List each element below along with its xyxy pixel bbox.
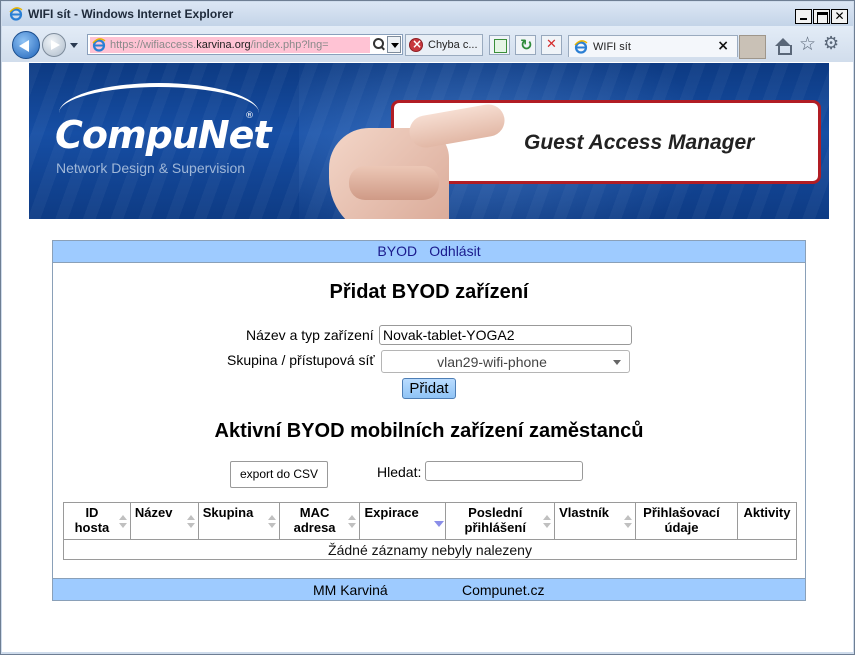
add-button[interactable]: Přidat [402, 378, 456, 399]
forward-button[interactable] [42, 33, 66, 57]
search-input[interactable] [425, 461, 583, 481]
address-dropdown-button[interactable] [387, 36, 401, 53]
column-header-owner[interactable]: Vlastník [554, 502, 637, 540]
ie-page-icon [92, 38, 106, 52]
header-banner: CompuNet ® Network Design & Supervision … [29, 63, 829, 219]
active-devices-heading: Aktivní BYOD mobilních zařízení zaměstan… [214, 420, 644, 442]
nav-byod-link[interactable]: BYOD [377, 243, 417, 259]
sort-icon [348, 515, 357, 529]
tools-gear-icon[interactable]: ⚙ [823, 34, 839, 54]
page-footer: MM Karviná Compunet.cz [53, 578, 805, 600]
sort-desc-icon [434, 515, 445, 529]
sort-icon [543, 515, 552, 529]
close-window-button[interactable]: ✕ [831, 9, 848, 24]
column-header-activities[interactable]: Aktivity [736, 502, 798, 540]
brand-tagline: Network Design & Supervision [56, 160, 246, 176]
browser-toolbar: https://wifiaccess.karvina.org/index.php… [2, 26, 853, 62]
column-header-last-login[interactable]: Poslední přihlášení [445, 502, 556, 540]
nav-logout-link[interactable]: Odhlásit [429, 243, 480, 259]
pointing-hand-image [329, 88, 509, 219]
compatibility-view-button[interactable] [489, 35, 510, 55]
group-select[interactable]: vlan29-wifi-phone [381, 350, 630, 373]
table-header-row: ID hosta Název Skupina MAC adresa Expira… [63, 502, 798, 540]
table-row: Žádné záznamy nebyly nalezeny [63, 539, 797, 560]
column-header-expiration[interactable]: Expirace [359, 502, 447, 540]
window-title: WIFI sít - Windows Internet Explorer [28, 7, 234, 21]
error-tab[interactable]: Chyba c... [405, 34, 483, 56]
ie-tab-icon [574, 39, 588, 54]
active-tab-label: WIFI sít [593, 40, 631, 53]
back-button[interactable] [12, 31, 40, 59]
address-url[interactable]: https://wifiaccess.karvina.org/index.php… [90, 37, 370, 53]
favorites-star-icon[interactable]: ☆ [799, 34, 816, 54]
main-panel: BYOD Odhlásit Přidat BYOD zařízení Název… [52, 240, 806, 601]
history-dropdown-icon[interactable] [70, 43, 78, 48]
page-content: CompuNet ® Network Design & Supervision … [2, 62, 853, 652]
new-tab-button[interactable] [739, 35, 766, 59]
footer-right-link[interactable]: Compunet.cz [462, 582, 544, 598]
product-name: Guest Access Manager [524, 131, 755, 154]
maximize-button[interactable] [813, 9, 830, 24]
device-name-label: Název a typ zařízení [246, 327, 374, 343]
column-header-guest-id[interactable]: ID hosta [63, 502, 131, 540]
search-icon[interactable] [371, 37, 385, 52]
search-label: Hledat: [377, 464, 422, 480]
window-controls: ✕ [795, 9, 848, 24]
top-nav: BYOD Odhlásit [53, 241, 805, 263]
device-name-input[interactable]: Novak-tablet-YOGA2 [379, 325, 632, 345]
footer-left-text: MM Karviná [313, 582, 388, 598]
stop-button[interactable] [541, 35, 562, 55]
ie-logo-icon [9, 7, 23, 21]
column-header-credentials[interactable]: Přihlašovací údaje [635, 502, 738, 540]
address-bar[interactable]: https://wifiaccess.karvina.org/index.php… [87, 34, 403, 55]
sort-icon [186, 515, 195, 529]
registered-mark: ® [245, 111, 254, 121]
sort-icon [267, 515, 276, 529]
browser-window: WIFI sít - Windows Internet Explorer ✕ h… [0, 0, 855, 655]
group-label: Skupina / přístupová síť [227, 352, 375, 368]
sort-icon [118, 515, 127, 529]
sort-icon [624, 515, 633, 529]
refresh-button[interactable] [515, 35, 536, 55]
group-select-value: vlan29-wifi-phone [437, 354, 547, 370]
export-csv-button[interactable]: export do CSV [230, 461, 328, 488]
active-tab[interactable]: WIFI sít × [568, 35, 738, 57]
minimize-button[interactable] [795, 9, 812, 24]
url-text: https://wifiaccess.karvina.org/index.php… [110, 39, 329, 51]
empty-table-message: Žádné záznamy nebyly nalezeny [63, 539, 797, 560]
error-tab-label: Chyba c... [428, 39, 478, 51]
brand-logo: CompuNet [55, 113, 272, 157]
column-header-mac[interactable]: MAC adresa [278, 502, 361, 540]
title-bar: WIFI sít - Windows Internet Explorer ✕ [2, 2, 853, 26]
security-error-icon [409, 37, 423, 52]
close-tab-icon[interactable]: × [717, 38, 729, 54]
chevron-down-icon [613, 360, 621, 365]
devices-table: ID hosta Název Skupina MAC adresa Expira… [63, 502, 798, 560]
column-header-name[interactable]: Název [129, 502, 199, 540]
add-device-heading: Přidat BYOD zařízení [329, 281, 529, 303]
home-icon[interactable] [774, 38, 792, 55]
column-header-group[interactable]: Skupina [197, 502, 280, 540]
